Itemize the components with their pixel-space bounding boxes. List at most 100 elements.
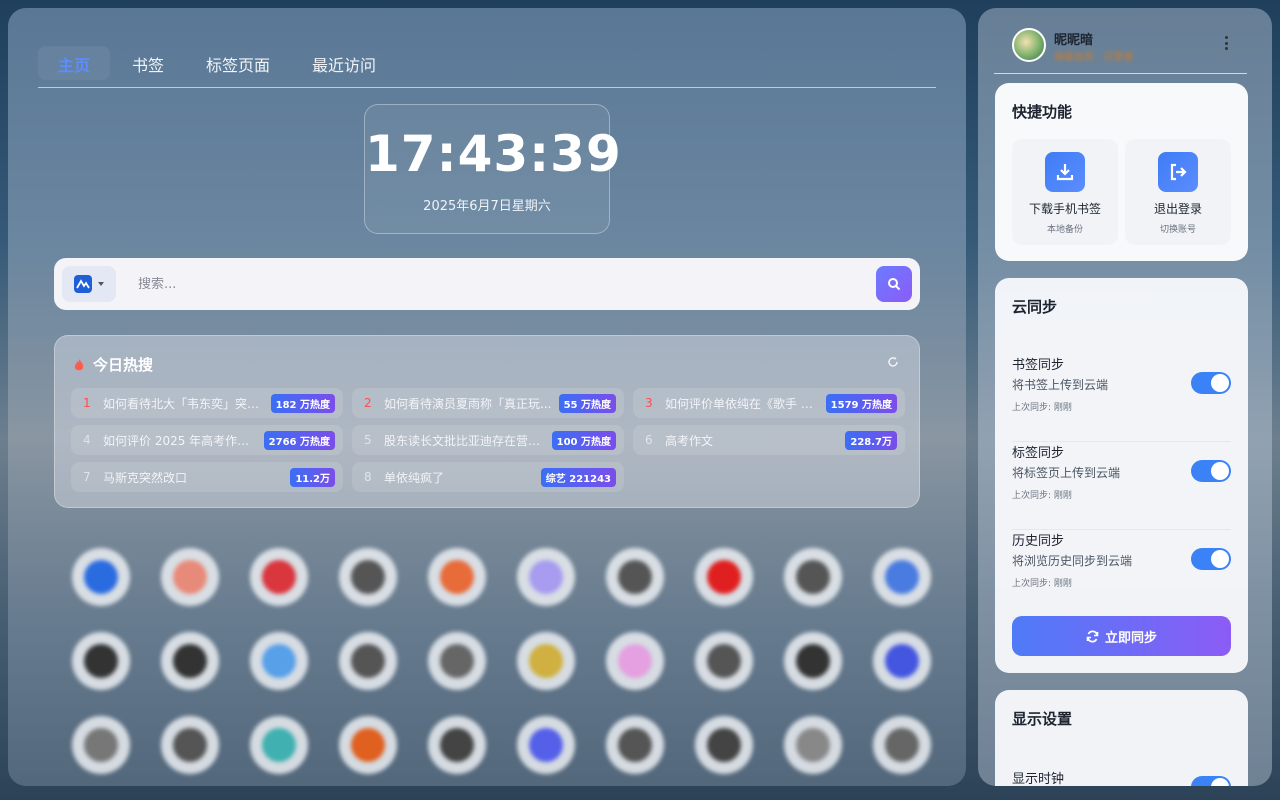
heat-badge: 1579 万热度 [825,393,897,413]
shortcut-item[interactable] [323,716,412,782]
user-name: 昵昵暗 [1054,33,1094,48]
hot-rank: 6 [645,433,653,447]
shortcut-item[interactable] [857,632,946,698]
shortcut-item[interactable] [590,632,679,698]
shortcut-item[interactable] [679,632,768,698]
shortcut-item[interactable] [501,716,590,782]
shortcut-item[interactable] [323,632,412,698]
hot-search-item[interactable]: 5 股东读长文批比亚迪存在营销... 100 万热度 [352,425,624,455]
more-vertical-icon[interactable] [1225,36,1229,50]
shortcut-item[interactable] [412,716,501,782]
logout-icon [1158,152,1198,192]
hot-rank: 7 [83,470,91,484]
shortcut-item[interactable] [768,632,857,698]
shortcut-icon [71,548,130,606]
shortcut-item[interactable] [145,716,234,782]
show-clock-toggle[interactable] [1191,776,1231,786]
shortcut-icon [694,548,753,606]
shortcut-item[interactable] [56,716,145,782]
tab-home[interactable]: 主页 [38,46,111,80]
shortcut-icon [872,632,931,690]
shortcut-icon [516,716,575,774]
display-settings-card: 显示设置 显示时钟 [995,690,1248,786]
shortcut-item[interactable] [56,632,145,698]
sync-last: 上次同步: 刚刚 [1012,579,1072,589]
shortcut-item[interactable] [679,716,768,782]
cloud-sync-card: 云同步 书签同步 将书签上传到云端 上次同步: 刚刚 标签同步 将标签页上传到云… [995,278,1248,673]
heat-badge: 100 万热度 [551,430,616,450]
search-engine-selector[interactable] [62,266,116,302]
clock-time: 17:43:39 [365,125,622,183]
shortcut-item[interactable] [412,548,501,614]
search-input[interactable] [116,276,876,292]
hot-search-item[interactable]: 1 如何看待北大「韦东奕」突然... 182 万热度 [71,388,343,418]
quick-actions-card: 快捷功能 下载手机书签 本地备份 退出登录 切换账号 [995,83,1248,261]
shortcut-item[interactable] [412,632,501,698]
shortcut-item[interactable] [501,632,590,698]
shortcut-item[interactable] [501,548,590,614]
logout-sub: 切换账号 [1159,225,1196,235]
shortcut-item[interactable] [56,548,145,614]
tab-tab-pages[interactable]: 标签页面 [186,46,290,80]
shortcut-item[interactable] [768,716,857,782]
shortcut-icon [516,548,575,606]
engine-logo-icon [74,275,92,293]
shortcut-icon [160,548,219,606]
shortcut-icon [427,632,486,690]
bookmark-sync-toggle[interactable] [1191,372,1231,394]
hot-search-header: 今日热搜 [73,354,153,375]
hot-search-item[interactable]: 3 如何评价单依纯在《歌手 20... 1579 万热度 [633,388,905,418]
sync-last: 上次同步: 刚刚 [1012,403,1072,413]
sync-last: 上次同步: 刚刚 [1012,491,1072,501]
hot-rank: 3 [645,396,653,410]
hot-search-item[interactable]: 4 如何评价 2025 年高考作文题... 2766 万热度 [71,425,343,455]
history-sync-toggle[interactable] [1191,548,1231,570]
shortcut-item[interactable] [145,632,234,698]
sidebar: 昵昵暗 高级会员 · 已登录 快捷功能 下载手机书签 本地备份 退出登录 切换账… [978,8,1272,786]
heat-badge: 11.2万 [290,467,335,487]
sync-now-button[interactable]: 立即同步 [1012,616,1231,656]
shortcut-item[interactable] [857,716,946,782]
shortcut-item[interactable] [234,632,323,698]
sync-name: 书签同步 [1012,358,1065,373]
hot-search-item[interactable]: 2 如何看待演员夏雨称「真正玩... 55 万热度 [352,388,624,418]
hot-search-item[interactable]: 8 单依纯疯了 综艺 221243 [352,462,624,492]
hot-rank: 1 [83,396,91,410]
clock-widget: 17:43:39 2025年6月7日星期六 [364,104,622,234]
tab-bookmarks[interactable]: 书签 [112,46,184,80]
hot-rank: 4 [83,433,91,447]
tab-sync-toggle[interactable] [1191,460,1231,482]
shortcut-icon [338,548,397,606]
search-icon [888,278,901,291]
shortcut-icon [427,716,486,774]
shortcut-item[interactable] [768,548,857,614]
hot-search-item[interactable]: 6 高考作文 228.7万 [633,425,905,455]
shortcut-icon [160,632,219,690]
heat-badge: 182 万热度 [270,393,335,413]
refresh-icon[interactable] [887,356,899,368]
shortcut-item[interactable] [145,548,234,614]
download-bookmarks-button[interactable]: 下载手机书签 本地备份 [1012,139,1118,245]
avatar[interactable] [1012,28,1046,62]
hot-text: 单依纯疯了 [384,470,445,485]
clock-date: 2025年6月7日星期六 [423,199,551,214]
hot-rank: 2 [364,396,372,410]
user-status: 高级会员 · 已登录 [1054,52,1134,63]
shortcut-item[interactable] [590,548,679,614]
search-button[interactable] [876,266,912,302]
shortcut-item[interactable] [323,548,412,614]
shortcut-icon [694,632,753,690]
shortcut-item[interactable] [590,716,679,782]
logout-button[interactable]: 退出登录 切换账号 [1125,139,1231,245]
shortcut-item[interactable] [234,716,323,782]
sync-desc: 将标签页上传到云端 [1012,466,1121,480]
download-sub: 本地备份 [1046,225,1083,235]
shortcut-item[interactable] [679,548,768,614]
shortcut-item[interactable] [234,548,323,614]
sync-desc: 将浏览历史同步到云端 [1012,554,1133,568]
shortcut-item[interactable] [857,548,946,614]
shortcut-icon [783,548,842,606]
shortcut-icon [338,632,397,690]
hot-search-item[interactable]: 7 马斯克突然改口 11.2万 [71,462,343,492]
tab-recent[interactable]: 最近访问 [292,46,396,80]
